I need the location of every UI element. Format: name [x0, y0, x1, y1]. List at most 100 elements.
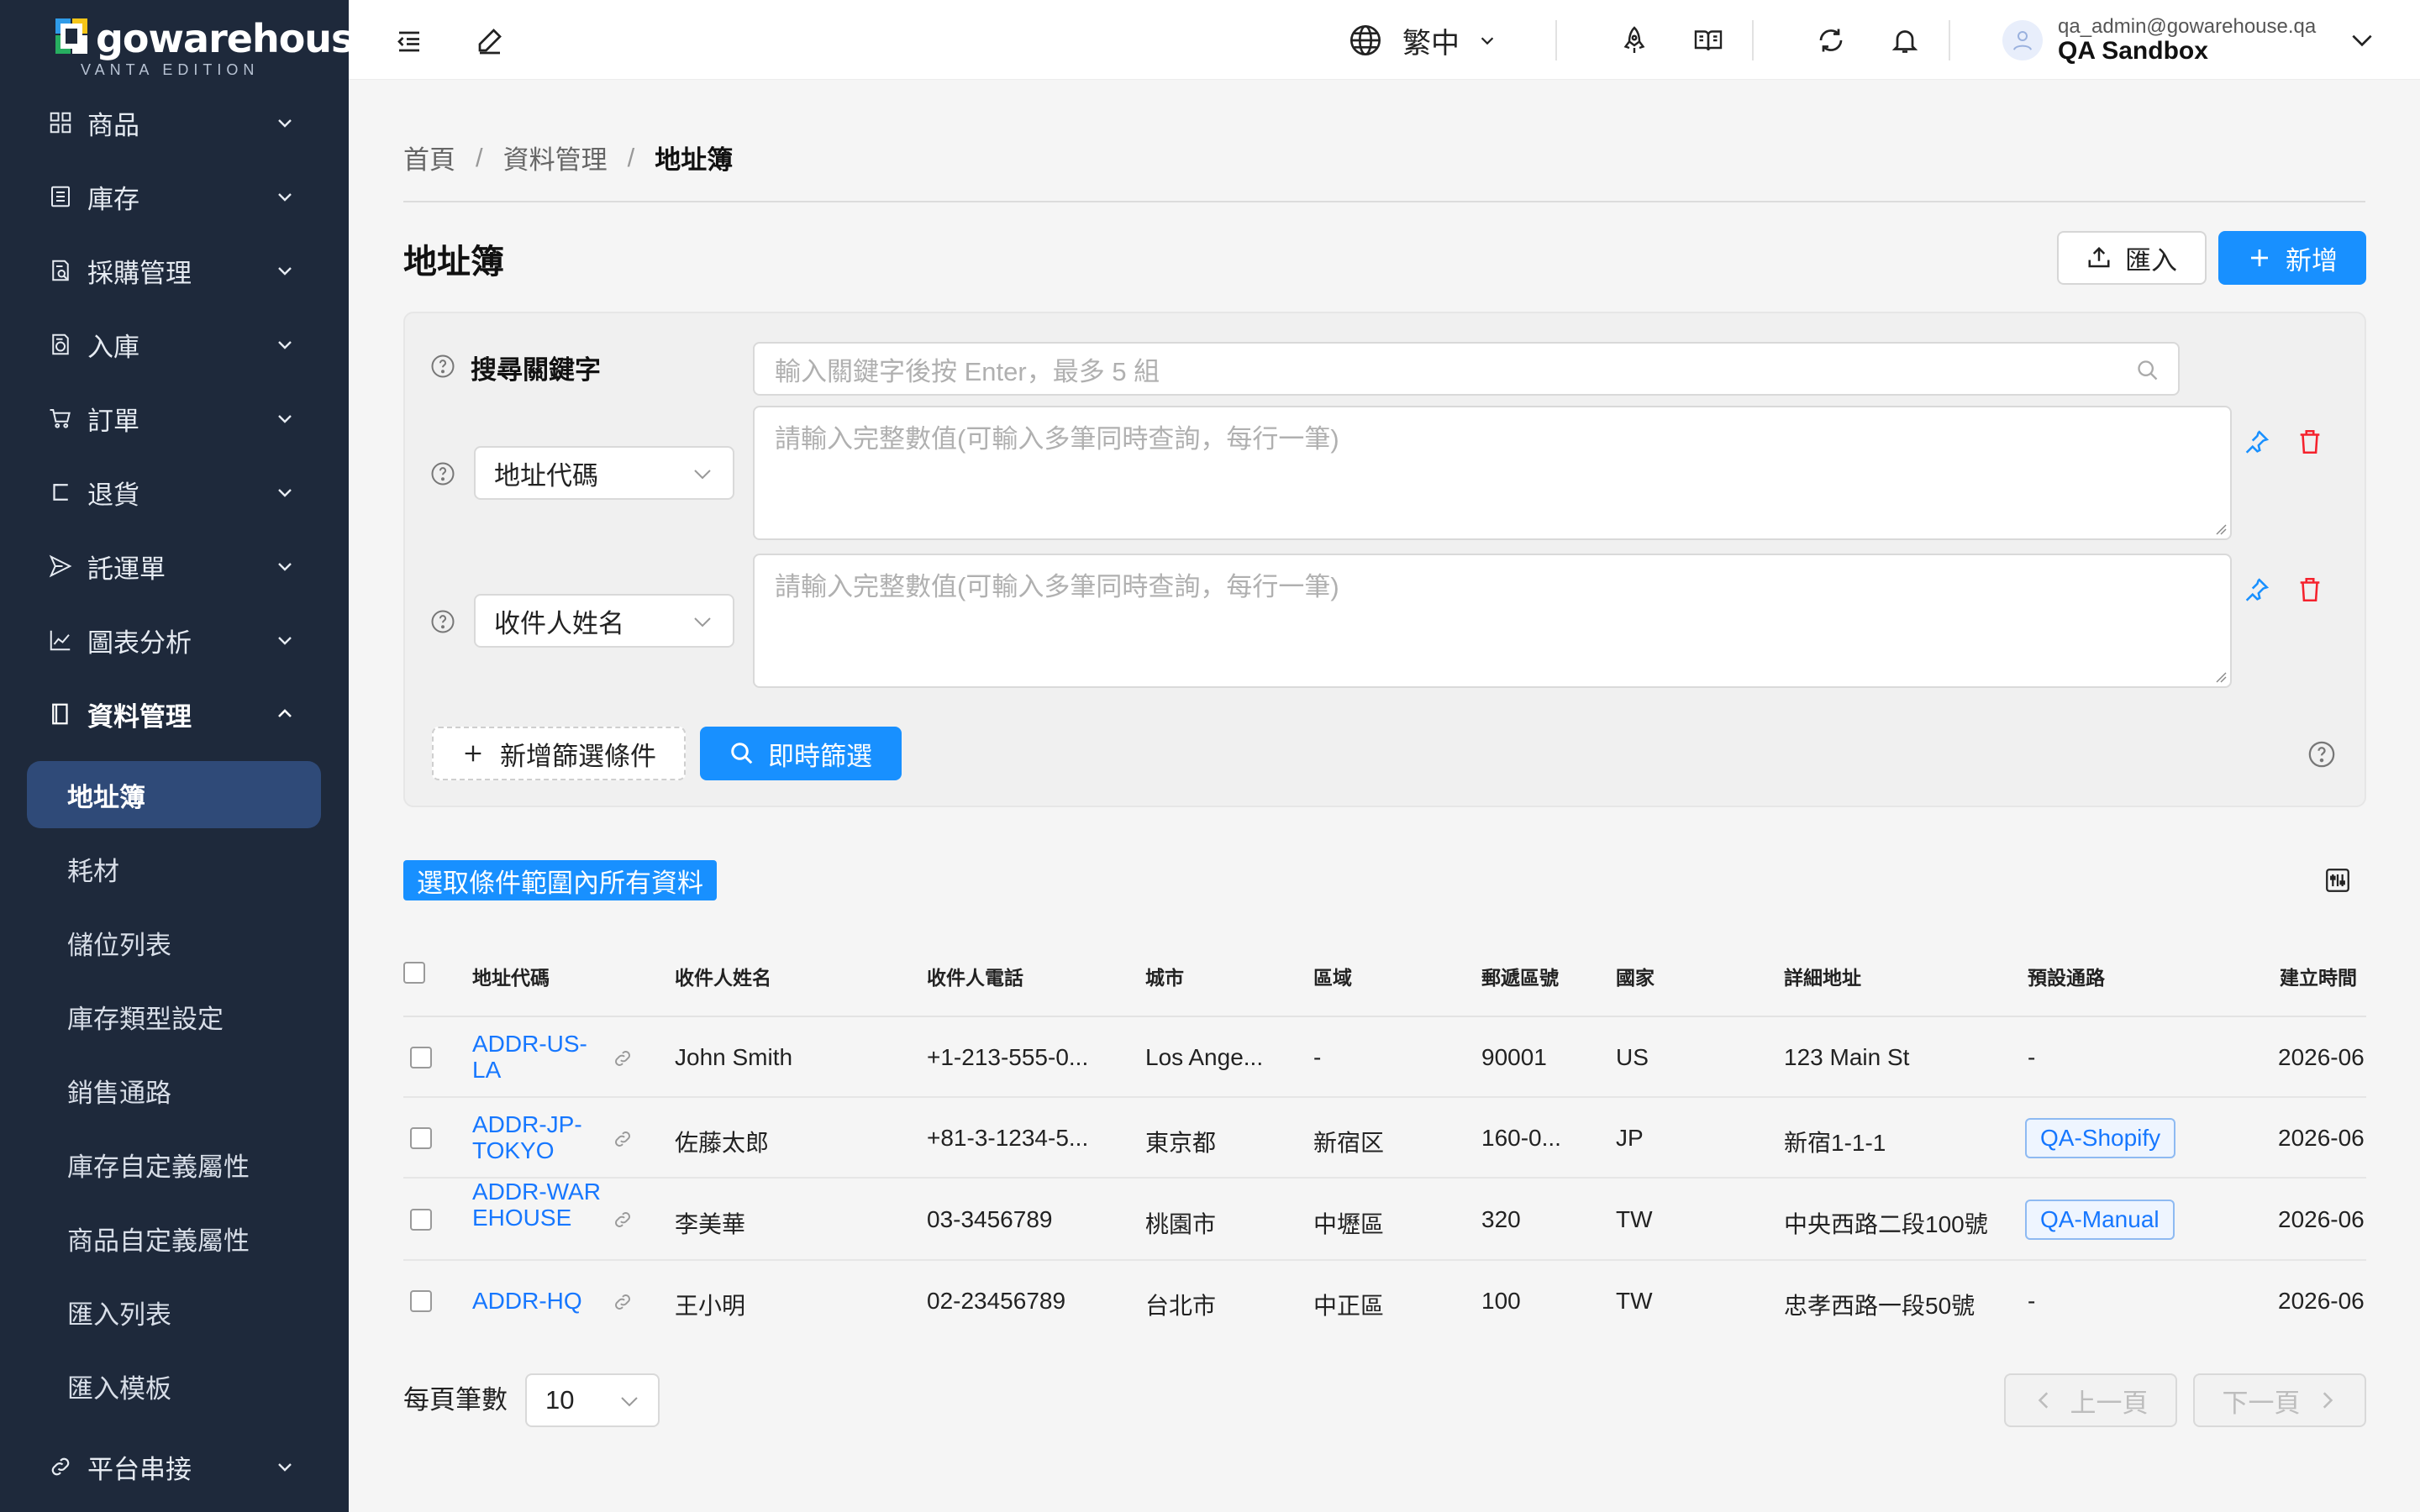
resize-grip-icon[interactable] — [2213, 669, 2227, 683]
sidebar-subitem-product-attributes[interactable]: 商品自定義屬性 — [0, 1205, 349, 1272]
address-code-link[interactable]: ADDR-WAREHOUSE — [472, 1179, 607, 1231]
chevron-down-icon — [278, 489, 292, 497]
sidebar-item-label: 入庫 — [87, 332, 139, 362]
column-header[interactable]: 地址代碼 — [472, 962, 550, 990]
country: JP — [1616, 1125, 1644, 1151]
next-page-button[interactable]: 下一頁 — [2193, 1373, 2366, 1427]
row-checkbox[interactable] — [410, 1209, 432, 1231]
breadcrumb-section[interactable]: 資料管理 — [503, 139, 608, 176]
plus-icon — [465, 745, 481, 762]
condition-field-select[interactable]: 地址代碼 — [474, 446, 734, 500]
column-header[interactable]: 城市 — [1145, 962, 1184, 990]
pin-icon[interactable] — [2242, 428, 2270, 456]
breadcrumb-current: 地址簿 — [655, 145, 734, 175]
cart-icon — [47, 405, 74, 432]
per-page-select[interactable]: 10 — [525, 1373, 660, 1427]
help-circle-icon[interactable] — [430, 461, 455, 486]
column-header[interactable]: 區域 — [1313, 962, 1352, 990]
user-email: qa_admin@gowarehouse.qa — [2058, 15, 2317, 38]
sidebar-item-returns[interactable]: 退貨 — [0, 459, 349, 526]
column-header[interactable]: 預設通路 — [2028, 962, 2105, 990]
resize-grip-icon[interactable] — [2213, 522, 2227, 535]
delete-icon[interactable] — [2296, 428, 2324, 456]
city: Los Ange... — [1145, 1044, 1264, 1070]
help-circle-icon[interactable] — [430, 609, 455, 634]
bell-icon[interactable] — [1888, 24, 1922, 57]
keyword-search-input[interactable]: 輸入關鍵字後按 Enter，最多 5 組 — [753, 342, 2180, 396]
address-code-link[interactable]: ADDR-US-LA — [472, 1031, 590, 1083]
condition-field-select[interactable]: 收件人姓名 — [474, 594, 734, 648]
prev-page-button[interactable]: 上一頁 — [2004, 1373, 2177, 1427]
sidebar-item-integrations[interactable]: 平台串接 — [0, 1433, 349, 1500]
table-row[interactable]: ADDR-WAREHOUSE 李美華 03-3456789 桃園市 中壢區 32… — [403, 1179, 2366, 1261]
help-circle-icon[interactable] — [2307, 740, 2336, 769]
condition-values-textarea[interactable]: 請輸入完整數值(可輸入多筆同時查詢，每行一筆) — [753, 554, 2232, 688]
sidebar-subitem-inventory-types[interactable]: 庫存類型設定 — [0, 983, 349, 1050]
select-all-in-range-button[interactable]: 選取條件範圍內所有資料 — [403, 860, 717, 900]
column-header[interactable]: 詳細地址 — [1784, 962, 1861, 990]
sidebar-item-purchasing[interactable]: 採購管理 — [0, 237, 349, 304]
sidebar-subitem-import-list[interactable]: 匯入列表 — [0, 1278, 349, 1346]
created-time: 2026-06 — [2278, 1044, 2365, 1070]
breadcrumb-home[interactable]: 首頁 — [403, 139, 455, 176]
select-all-checkbox[interactable] — [403, 962, 425, 984]
language-switcher[interactable]: 繁中 — [1349, 18, 1497, 62]
table-row[interactable]: ADDR-US-LA John Smith +1-213-555-0... Lo… — [403, 1017, 2366, 1098]
row-checkbox[interactable] — [410, 1127, 432, 1149]
delete-icon[interactable] — [2296, 575, 2324, 604]
sidebar-subitem-sales-channels[interactable]: 銷售通路 — [0, 1057, 349, 1124]
sidebar-subitem-import-templates[interactable]: 匯入模板 — [0, 1352, 349, 1420]
recipient-phone: +81-3-1234-5... — [927, 1125, 1089, 1151]
row-checkbox[interactable] — [410, 1047, 432, 1068]
edit-icon[interactable] — [473, 24, 507, 57]
sidebar-item-waybills[interactable]: 託運單 — [0, 533, 349, 600]
detail-address: 123 Main St — [1784, 1044, 1910, 1070]
rocket-icon[interactable] — [1618, 24, 1651, 57]
link-icon[interactable] — [612, 1047, 634, 1069]
sidebar-item-data-management[interactable]: 資料管理 — [0, 680, 349, 748]
sidebar-item-orders[interactable]: 訂單 — [0, 385, 349, 452]
sidebar-item-inbound[interactable]: 入庫 — [0, 311, 349, 378]
refresh-icon[interactable] — [1814, 24, 1848, 57]
row-checkbox[interactable] — [410, 1290, 432, 1312]
help-circle-icon[interactable] — [430, 354, 455, 379]
link-icon[interactable] — [612, 1209, 634, 1231]
address-code-link[interactable]: ADDR-JP-TOKYO — [472, 1111, 590, 1163]
sidebar-item-label: 商品 — [87, 110, 139, 140]
app-logo[interactable]: gowarehouse VANTA EDITION — [55, 15, 380, 78]
menu-fold-icon[interactable] — [392, 24, 426, 57]
sidebar-item-inventory[interactable]: 庫存 — [0, 163, 349, 230]
live-filter-button[interactable]: 即時篩選 — [700, 727, 902, 780]
link-icon[interactable] — [612, 1291, 634, 1313]
add-condition-button[interactable]: 新增篩選條件 — [432, 727, 686, 780]
link-icon — [47, 1453, 74, 1480]
sidebar-item-products[interactable]: 商品 — [0, 89, 349, 156]
import-button[interactable]: 匯入 — [2057, 231, 2207, 285]
column-header[interactable]: 建立時間 — [2280, 962, 2357, 990]
column-header[interactable]: 收件人姓名 — [675, 962, 771, 990]
grid-icon — [47, 109, 74, 136]
condition-values-textarea[interactable]: 請輸入完整數值(可輸入多筆同時查詢，每行一筆) — [753, 406, 2232, 540]
sidebar-subitem-materials[interactable]: 耗材 — [0, 835, 349, 902]
sidebar-item-analytics[interactable]: 圖表分析 — [0, 606, 349, 674]
link-icon[interactable] — [612, 1128, 634, 1150]
book-open-icon[interactable] — [1691, 24, 1725, 57]
sidebar-subitem-address-book[interactable]: 地址簿 — [27, 761, 321, 828]
column-header[interactable]: 郵遞區號 — [1481, 962, 1559, 990]
pin-icon[interactable] — [2242, 575, 2270, 604]
column-settings-icon[interactable] — [2323, 866, 2352, 895]
table-row[interactable]: ADDR-JP-TOKYO 佐藤太郎 +81-3-1234-5... 東京都 新… — [403, 1098, 2366, 1179]
recipient-phone: +1-213-555-0... — [927, 1044, 1089, 1070]
sidebar: gowarehouse VANTA EDITION 商品 庫存 採購管理 入庫 — [0, 0, 380, 1512]
column-header[interactable]: 收件人電話 — [927, 962, 1023, 990]
address-code-link[interactable]: ADDR-HQ — [472, 1288, 582, 1314]
column-header[interactable]: 國家 — [1616, 962, 1655, 990]
add-button[interactable]: 新增 — [2218, 231, 2366, 285]
chevron-down-icon[interactable] — [2349, 27, 2375, 54]
table-row[interactable]: ADDR-HQ 王小明 02-23456789 台北市 中正區 100 TW 忠… — [403, 1261, 2366, 1341]
breadcrumb-separator: / — [627, 142, 635, 172]
avatar[interactable] — [2002, 20, 2043, 60]
sidebar-subitem-inventory-attributes[interactable]: 庫存自定義屬性 — [0, 1131, 349, 1198]
filter-panel: 搜尋關鍵字 輸入關鍵字後按 Enter，最多 5 組 地址代碼 請輸入完整數值(… — [403, 312, 2366, 807]
sidebar-subitem-locations[interactable]: 儲位列表 — [0, 909, 349, 976]
